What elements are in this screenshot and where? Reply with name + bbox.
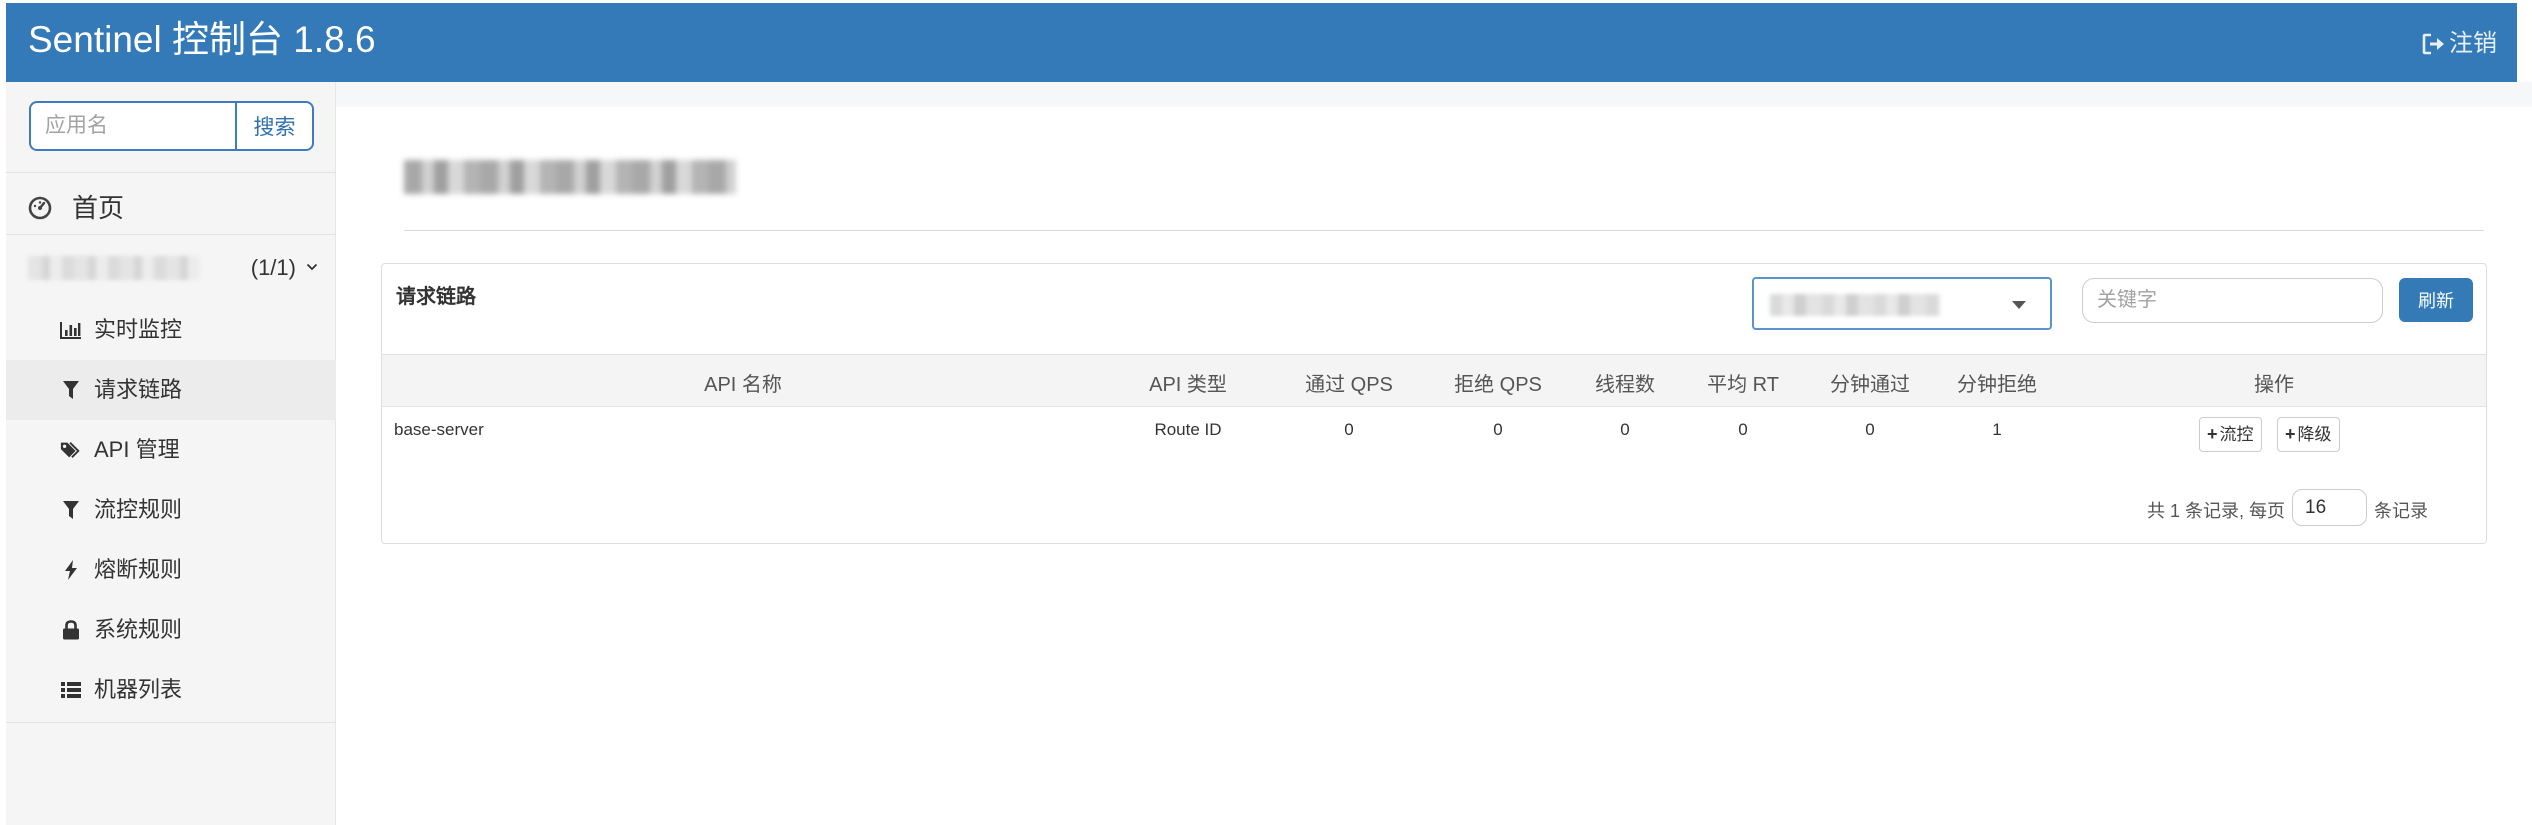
sidebar-divider xyxy=(6,172,336,173)
column-header: 操作 xyxy=(2254,374,2294,396)
cell-block-qps: 0 xyxy=(1493,420,1503,439)
sidebar-divider xyxy=(6,234,336,235)
cell-api-name: base-server xyxy=(394,420,484,439)
request-chain-panel: 请求链路 刷新 API 名称 API 类型 通过 QPS 拒绝 QPS 线程数 … xyxy=(381,263,2487,544)
sidebar-item-flow-rules[interactable]: 流控规则 xyxy=(6,480,336,540)
sidebar-item-machine-list[interactable]: 机器列表 xyxy=(6,660,336,720)
keyword-input[interactable] xyxy=(2082,278,2383,323)
sidebar: 搜索 首页 (1/1) xyxy=(6,82,336,825)
column-header: 线程数 xyxy=(1595,374,1655,396)
sidebar-item-label: 熔断规则 xyxy=(94,557,183,582)
sidebar-item-realtime-monitor[interactable]: 实时监控 xyxy=(6,300,336,360)
panel-title: 请求链路 xyxy=(396,286,476,308)
add-degrade-rule-button[interactable]: + 降级 xyxy=(2277,417,2340,452)
add-flow-rule-button[interactable]: + 流控 xyxy=(2199,417,2262,452)
page-title-redacted xyxy=(404,160,736,194)
pagination-suffix: 条记录 xyxy=(2374,501,2428,521)
column-header: 拒绝 QPS xyxy=(1454,374,1542,396)
table-header: API 名称 API 类型 通过 QPS 拒绝 QPS 线程数 平均 RT 分钟… xyxy=(382,354,2486,407)
table-row: base-server Route ID 0 0 0 0 0 1 + 流控 + 降级 xyxy=(382,407,2486,467)
column-header: API 名称 xyxy=(704,374,782,396)
app-group-toggle[interactable]: (1/1) xyxy=(28,248,320,288)
page-size-input[interactable] xyxy=(2292,489,2367,526)
column-header: 分钟通过 xyxy=(1830,374,1910,396)
sidebar-item-label: 请求链路 xyxy=(94,377,183,402)
sidebar-item-label: 流控规则 xyxy=(94,497,183,522)
sidebar-item-label: 机器列表 xyxy=(94,677,183,702)
machine-select-value-redacted xyxy=(1770,294,1940,316)
sidebar-item-label: 首页 xyxy=(72,193,125,223)
cell-threads: 0 xyxy=(1620,420,1630,439)
tags-icon xyxy=(60,440,82,460)
dashboard-icon xyxy=(28,191,54,231)
plus-icon: + xyxy=(2285,424,2296,444)
column-header: 分钟拒绝 xyxy=(1957,374,2037,396)
cell-avg-rt: 0 xyxy=(1738,420,1748,439)
sidebar-item-request-chain[interactable]: 请求链路 xyxy=(6,360,336,420)
cell-minute-block: 1 xyxy=(1992,420,2002,439)
machine-select[interactable] xyxy=(1752,277,2052,330)
filter-icon xyxy=(60,380,82,400)
cell-pass-qps: 0 xyxy=(1344,420,1354,439)
app-title[interactable]: Sentinel 控制台 1.8.6 xyxy=(28,17,376,63)
lock-icon xyxy=(60,620,82,640)
title-divider xyxy=(404,230,2484,231)
column-header: 平均 RT xyxy=(1707,374,1779,396)
plus-icon: + xyxy=(2207,424,2218,444)
flash-icon xyxy=(60,560,82,580)
sidebar-item-label: 实时监控 xyxy=(94,317,183,342)
sidebar-item-label: API 管理 xyxy=(94,437,180,462)
pagination: 共 1 条记录, 每页 条记录 xyxy=(382,489,2486,529)
top-navbar: Sentinel 控制台 1.8.6 注销 xyxy=(6,3,2517,82)
sidebar-item-degrade-rules[interactable]: 熔断规则 xyxy=(6,540,336,600)
sidebar-item-home[interactable]: 首页 xyxy=(28,188,124,228)
button-label: 流控 xyxy=(2219,425,2254,444)
column-header: 通过 QPS xyxy=(1305,374,1393,396)
cell-minute-pass: 0 xyxy=(1865,420,1875,439)
refresh-button[interactable]: 刷新 xyxy=(2399,278,2473,322)
logout-link[interactable]: 注销 xyxy=(2422,27,2497,61)
column-header: API 类型 xyxy=(1149,374,1227,396)
app-name-redacted xyxy=(28,256,200,280)
app-machine-count: (1/1) xyxy=(250,255,296,280)
chevron-down-icon xyxy=(306,250,318,284)
sidebar-divider xyxy=(6,722,336,723)
sidebar-item-label: 系统规则 xyxy=(94,617,183,642)
cell-api-type: Route ID xyxy=(1154,420,1222,439)
app-search: 搜索 xyxy=(29,101,314,151)
app-search-button[interactable]: 搜索 xyxy=(235,101,314,151)
app-search-input[interactable] xyxy=(29,101,235,151)
filter-icon xyxy=(60,500,82,520)
logout-label: 注销 xyxy=(2449,30,2497,57)
sidebar-item-system-rules[interactable]: 系统规则 xyxy=(6,600,336,660)
caret-down-icon xyxy=(2012,301,2026,309)
bar-chart-icon xyxy=(60,320,82,340)
button-label: 降级 xyxy=(2297,425,2332,444)
sidebar-item-api-management[interactable]: API 管理 xyxy=(6,420,336,480)
pagination-summary: 共 1 条记录, 每页 xyxy=(2147,501,2286,521)
list-icon xyxy=(60,680,82,700)
sign-out-icon xyxy=(2422,33,2444,55)
